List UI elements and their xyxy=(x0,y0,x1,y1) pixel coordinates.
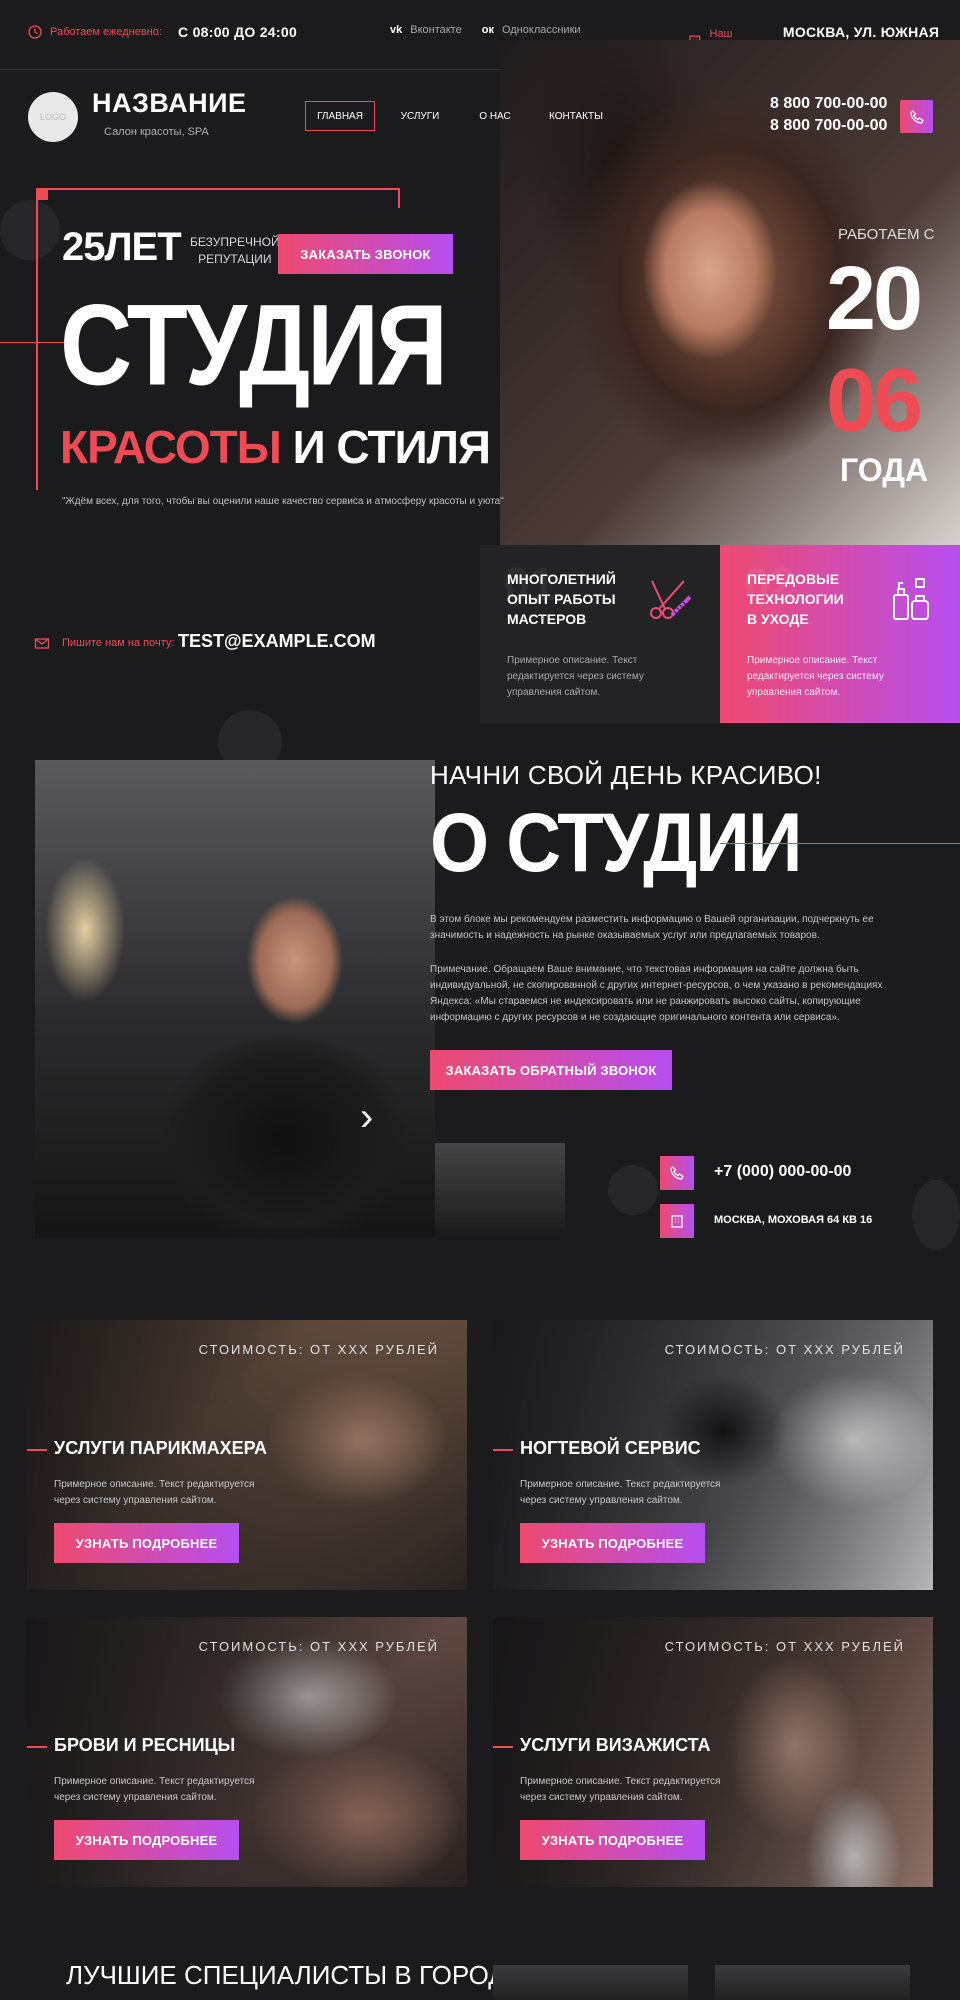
hero-subtitle-white: И СТИЛЯ xyxy=(292,421,491,473)
specialist-photo xyxy=(493,1965,688,2000)
email-link[interactable]: TEST@EXAMPLE.COM xyxy=(178,631,376,652)
service-more-button[interactable]: УЗНАТЬ ПОДРОБНЕЕ xyxy=(54,1523,239,1563)
header-phones: 8 800 700-00-00 8 800 700-00-00 xyxy=(770,93,887,137)
slider-next-arrow[interactable]: › xyxy=(360,1095,373,1140)
phone-icon xyxy=(670,1166,684,1180)
since-year-part1: 20 xyxy=(826,249,923,349)
mail-icon xyxy=(34,638,50,649)
hero-subtitle-red: КРАСОТЫ xyxy=(60,421,282,473)
hero-frame-left xyxy=(36,190,38,490)
phone-icon xyxy=(909,109,924,124)
service-price: СТОИМОСТЬ: ОТ XXX РУБЛЕЙ xyxy=(664,1342,905,1357)
vk-icon[interactable]: vk xyxy=(390,24,402,36)
feature-title: ПЕРЕДОВЫЕ ТЕХНОЛОГИИ В УХОДЕ xyxy=(747,571,844,627)
service-desc: Примерное описание. Текст редактируется … xyxy=(54,1479,255,1506)
clock-icon xyxy=(28,25,42,39)
email-label-row: Пишите нам на почту: xyxy=(34,636,174,650)
service-desc: Примерное описание. Текст редактируется … xyxy=(520,1776,721,1803)
hours-value: С 08:00 ДО 24:00 xyxy=(177,24,298,40)
service-card-makeup: СТОИМОСТЬ: ОТ XXX РУБЛЕЙ УСЛУГИ ВИЗАЖИСТ… xyxy=(493,1617,933,1887)
callback-button[interactable]: ЗАКАЗАТЬ ОБРАТНЫЙ ЗВОНОК xyxy=(430,1050,672,1090)
since-year-part2: 06 xyxy=(826,351,923,451)
brand-subtitle: Салон красоты, SPA xyxy=(104,126,209,138)
hero-title: СТУДИЯ xyxy=(60,281,448,410)
since-suffix: ГОДА xyxy=(840,452,929,488)
feature-card-technology: 02 ПЕРЕДОВЫЕ ТЕХНОЛОГИИ В УХОДЕ Примерно… xyxy=(720,545,960,723)
hero-subtitle: КРАСОТЫ И СТИЛЯ xyxy=(60,420,491,474)
decor-dot xyxy=(0,200,60,260)
header-phone-2[interactable]: 8 800 700-00-00 xyxy=(770,115,887,137)
contact-phone-icon-box xyxy=(660,1156,694,1190)
about-title-line xyxy=(720,843,960,844)
feature-title: МНОГОЛЕТНИЙ ОПЫТ РАБОТЫ МАСТЕРОВ xyxy=(507,571,616,627)
hero-frame-corner xyxy=(36,188,48,200)
service-desc: Примерное описание. Текст редактируется … xyxy=(54,1776,255,1803)
specialist-photo xyxy=(715,1965,910,2000)
contact-phone[interactable]: +7 (000) 000-00-00 xyxy=(714,1163,851,1181)
about-paragraph-1: В этом блоке мы рекомендуем разместить и… xyxy=(430,914,874,941)
ok-icon[interactable]: ок xyxy=(482,24,494,36)
reputation-line-1: БЕЗУПРЕЧНОЙ xyxy=(190,235,280,249)
header-phone-1[interactable]: 8 800 700-00-00 xyxy=(770,93,887,115)
nav-contacts[interactable]: КОНТАКТЫ xyxy=(544,101,608,131)
service-more-button[interactable]: УЗНАТЬ ПОДРОБНЕЕ xyxy=(520,1820,705,1860)
service-more-button[interactable]: УЗНАТЬ ПОДРОБНЕЕ xyxy=(520,1523,705,1563)
nav-about[interactable]: О НАС xyxy=(472,101,518,131)
about-paragraph-2: Примечание. Обращаем Ваше внимание, что … xyxy=(430,964,883,1023)
decor-dot xyxy=(912,1180,960,1250)
building-icon xyxy=(671,1215,683,1228)
decor-dot xyxy=(608,1165,658,1215)
logo[interactable]: LOGO xyxy=(28,92,78,142)
service-price: СТОИМОСТЬ: ОТ XXX РУБЛЕЙ xyxy=(198,1639,439,1654)
years-count: 25ЛЕТ xyxy=(62,225,182,269)
service-title: УСЛУГИ ПАРИКМАХЕРА xyxy=(54,1438,268,1458)
contact-address-icon-box xyxy=(660,1204,694,1238)
service-price: СТОИМОСТЬ: ОТ XXX РУБЛЕЙ xyxy=(664,1639,905,1654)
feature-desc: Примерное описание. Текст редактируется … xyxy=(747,655,884,698)
hero-frame xyxy=(36,188,400,208)
social-ok-link[interactable]: Одноклассники xyxy=(502,24,581,36)
service-desc: Примерное описание. Текст редактируется … xyxy=(520,1479,721,1506)
best-specialists-title: ЛУЧШИЕ СПЕЦИАЛИСТЫ В ГОРОДЕ xyxy=(66,1960,524,1990)
service-card-hairdresser: СТОИМОСТЬ: ОТ XXX РУБЛЕЙ УСЛУГИ ПАРИКМАХ… xyxy=(27,1320,467,1590)
service-card-nails: СТОИМОСТЬ: ОТ XXX РУБЛЕЙ НОГТЕВОЙ СЕРВИС… xyxy=(493,1320,933,1590)
order-call-button[interactable]: ЗАКАЗАТЬ ЗВОНОК xyxy=(278,234,453,274)
social-vk-link[interactable]: Вконтакте xyxy=(410,24,461,36)
about-secondary-photo xyxy=(435,1143,565,1238)
service-more-button[interactable]: УЗНАТЬ ПОДРОБНЕЕ xyxy=(54,1820,239,1860)
feature-desc: Примерное описание. Текст редактируется … xyxy=(507,655,644,698)
reputation-text: БЕЗУПРЕЧНОЙ РЕПУТАЦИИ xyxy=(190,234,280,268)
contact-address: МОСКВА, МОХОВАЯ 64 КВ 16 xyxy=(714,1214,873,1226)
service-title: НОГТЕВОЙ СЕРВИС xyxy=(520,1438,701,1458)
service-card-brows: СТОИМОСТЬ: ОТ XXX РУБЛЕЙ БРОВИ И РЕСНИЦЫ… xyxy=(27,1617,467,1887)
social-links: vk Вконтакте ок Одноклассники xyxy=(390,24,581,36)
cosmetics-bottles-icon xyxy=(893,578,929,620)
email-label: Пишите нам на почту: xyxy=(62,637,175,649)
about-subtitle: НАЧНИ СВОЙ ДЕНЬ КРАСИВО! xyxy=(430,760,822,790)
hours-label: Работаем ежедневно: xyxy=(50,26,162,38)
call-button[interactable] xyxy=(900,100,933,133)
nav-home[interactable]: ГЛАВНАЯ xyxy=(305,101,375,131)
service-title: БРОВИ И РЕСНИЦЫ xyxy=(54,1735,236,1755)
about-salon-photo xyxy=(35,760,435,1238)
service-title: УСЛУГИ ВИЗАЖИСТА xyxy=(520,1735,711,1755)
service-price: СТОИМОСТЬ: ОТ XXX РУБЛЕЙ xyxy=(198,1342,439,1357)
reputation-line-2: РЕПУТАЦИИ xyxy=(198,252,272,266)
brand-name: НАЗВАНИЕ xyxy=(92,88,247,118)
nav-services[interactable]: УСЛУГИ xyxy=(392,101,448,131)
working-hours: Работаем ежедневно: С 08:00 ДО 24:00 xyxy=(28,24,297,40)
feature-card-experience: 01 МНОГОЛЕТНИЙ ОПЫТ РАБОТЫ МАСТЕРОВ Прим… xyxy=(480,545,720,723)
since-label: РАБОТАЕМ С xyxy=(838,226,935,243)
scissors-comb-icon xyxy=(650,580,692,619)
hero-quote: "Ждём всех, для того, чтобы вы оценили н… xyxy=(62,496,504,507)
